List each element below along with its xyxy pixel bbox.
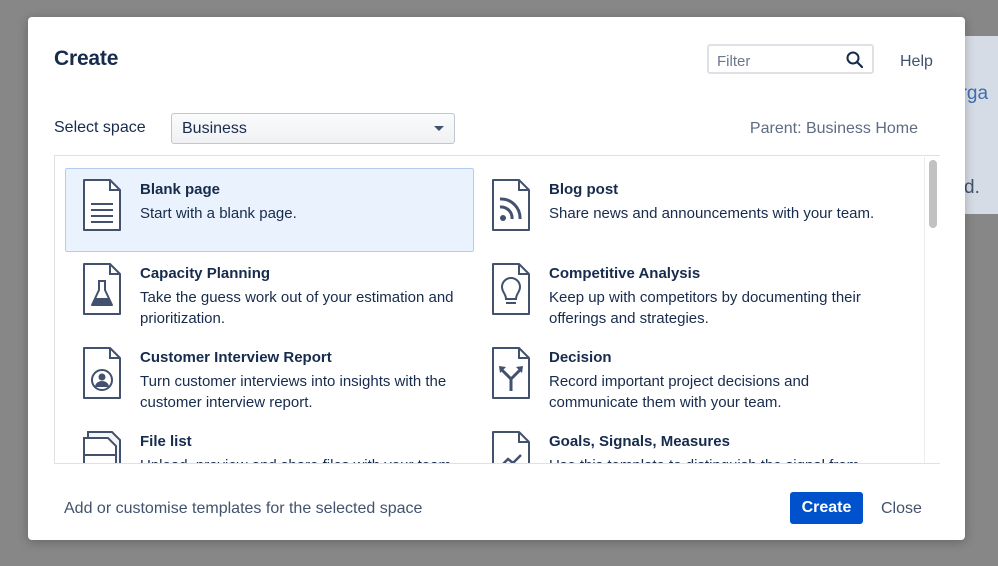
rss-icon — [492, 179, 530, 231]
blank-page-icon — [83, 179, 121, 231]
select-space-label: Select space — [54, 119, 146, 136]
template-list-scrollbar[interactable] — [924, 157, 939, 463]
dialog-title: Create — [54, 47, 119, 70]
space-select-value: Business — [182, 120, 247, 137]
create-dialog: Create Help Select space Business Parent… — [28, 17, 965, 540]
close-button[interactable]: Close — [881, 500, 922, 518]
chart-icon — [492, 431, 530, 463]
template-item-blank-page[interactable]: Blank page Start with a blank page. — [65, 168, 474, 252]
lightbulb-icon — [492, 263, 530, 315]
template-description: Share news and announcements with your t… — [549, 205, 875, 222]
template-list: Blank page Start with a blank page. Blog… — [54, 155, 940, 464]
chevron-down-icon — [434, 126, 444, 131]
template-name: Goals, Signals, Measures — [549, 433, 730, 450]
template-item-blog-post[interactable]: Blog post Share news and announcements w… — [474, 168, 883, 252]
template-description: Start with a blank page. — [140, 205, 297, 222]
template-item-customer-interview-report[interactable]: Customer Interview Report Turn customer … — [65, 336, 474, 420]
template-name: Blog post — [549, 181, 619, 198]
help-link[interactable]: Help — [900, 53, 933, 71]
template-name: Decision — [549, 349, 612, 366]
filter-input[interactable] — [715, 50, 844, 72]
file-list-icon — [83, 431, 121, 463]
template-name: Blank page — [140, 181, 221, 198]
create-button[interactable]: Create — [790, 492, 863, 524]
template-description: Turn customer interviews into insights w… — [140, 373, 447, 411]
person-icon — [83, 347, 121, 399]
customise-templates-link[interactable]: Add or customise templates for the selec… — [64, 500, 422, 518]
template-item-decision[interactable]: Decision Record important project decisi… — [474, 336, 883, 420]
flask-icon — [83, 263, 121, 315]
template-item-capacity-planning[interactable]: Capacity Planning Take the guess work ou… — [65, 252, 474, 336]
template-item-goals-signals-measures[interactable]: Goals, Signals, Measures Use this templa… — [474, 420, 883, 463]
filter-box[interactable] — [707, 44, 874, 74]
parent-page-label: Parent: Business Home — [749, 120, 918, 137]
template-name: Competitive Analysis — [549, 265, 701, 282]
template-description: Use this template to distinguish the sig… — [549, 455, 879, 463]
scrollbar-thumb[interactable] — [929, 160, 937, 228]
template-item-file-list[interactable]: File list Upload, preview and share file… — [65, 420, 474, 463]
template-name: File list — [140, 433, 192, 450]
template-item-competitive-analysis[interactable]: Competitive Analysis Keep up with compet… — [474, 252, 883, 336]
template-description: Take the guess work out of your estimati… — [140, 289, 454, 327]
search-icon[interactable] — [846, 51, 863, 68]
space-select[interactable]: Business — [171, 113, 455, 144]
template-description: Record important project decisions and c… — [549, 373, 810, 411]
template-name: Customer Interview Report — [140, 349, 332, 366]
template-description: Upload, preview and share files with you… — [140, 455, 470, 463]
template-description: Keep up with competitors by documenting … — [549, 289, 861, 327]
background-text: d. — [964, 177, 980, 198]
template-name: Capacity Planning — [140, 265, 271, 282]
decision-arrows-icon — [492, 347, 530, 399]
